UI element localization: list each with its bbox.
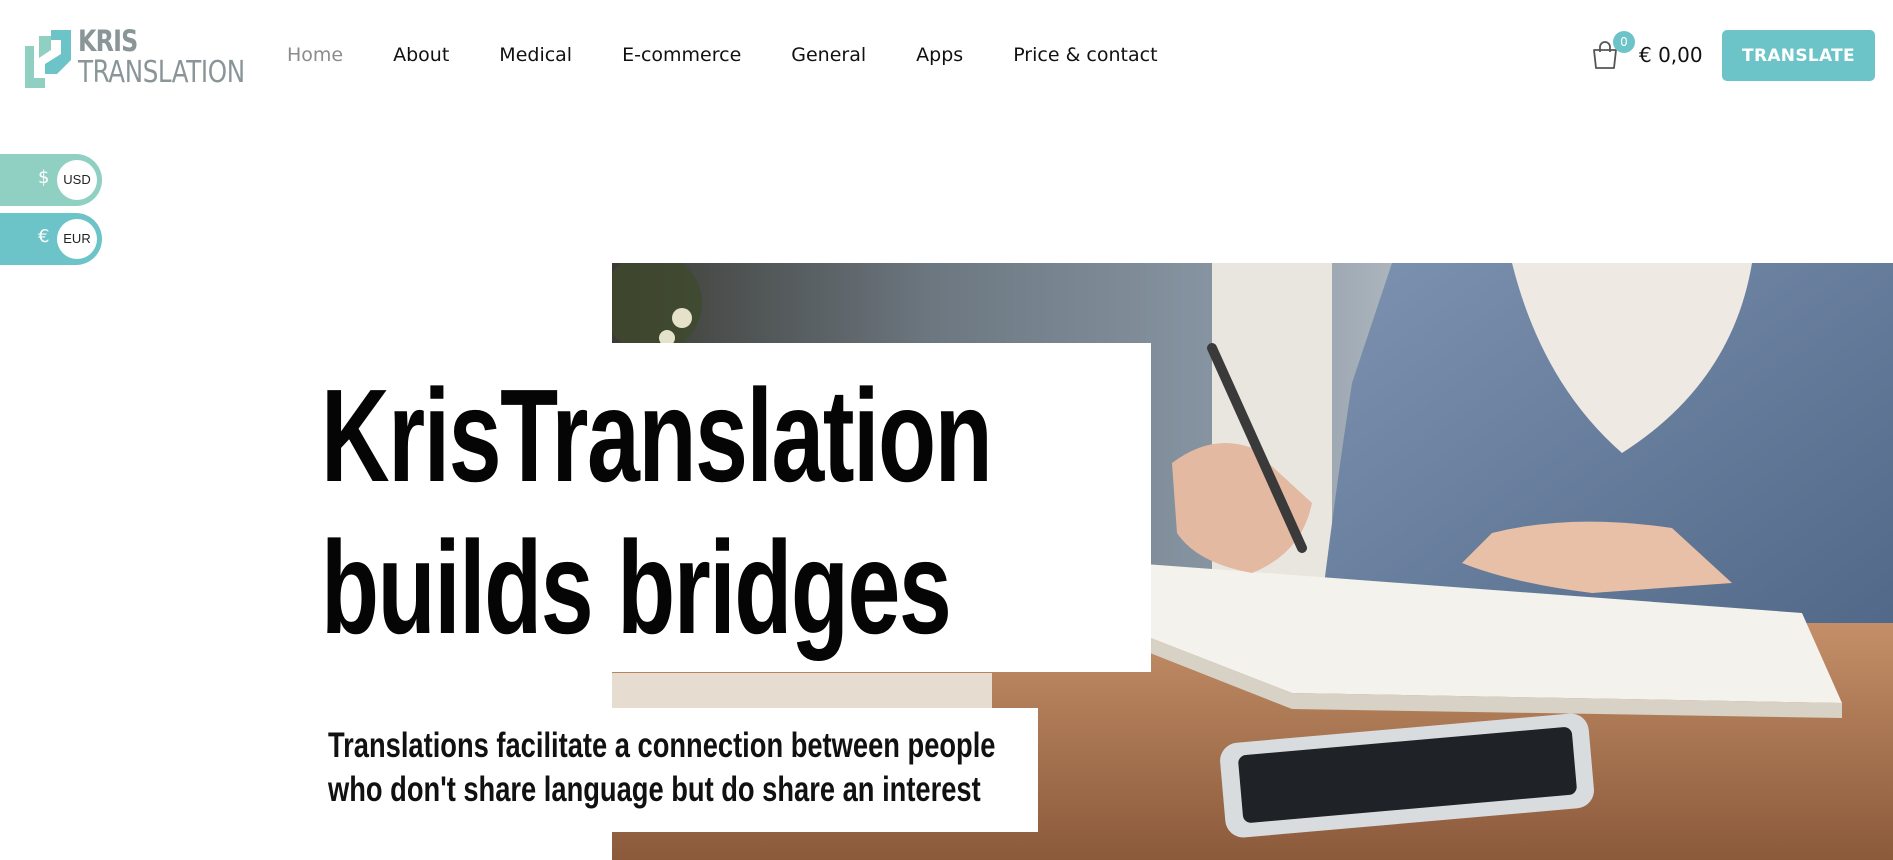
hero-subheading: Translations facilitate a connection bet… [328,724,995,812]
nav-apps[interactable]: Apps [916,44,963,66]
nav-about[interactable]: About [393,44,449,66]
hero-subheading-line2: who don't share language but do share an… [328,770,981,809]
nav-medical[interactable]: Medical [499,44,572,66]
hero-headline-line2: builds bridges [321,514,952,661]
hero-subheading-line1: Translations facilitate a connection bet… [328,726,996,765]
dollar-sign: $ [38,167,50,188]
currency-code-usd: USD [57,160,97,200]
logo-wordmark: KRIS TRANSLATION [78,24,281,90]
nav-general[interactable]: General [791,44,866,66]
logo-line2: TRANSLATION [78,55,245,90]
euro-sign: € [38,226,50,247]
currency-usd-toggle[interactable]: $ USD [0,154,102,206]
cart-count-badge: 0 [1613,31,1635,53]
logo-line1: KRIS [78,24,138,58]
currency-eur-toggle[interactable]: € EUR [0,213,102,265]
translate-button[interactable]: TRANSLATE [1722,30,1875,81]
currency-code-eur: EUR [57,219,97,259]
site-header: KRIS TRANSLATION Home About Medical E-co… [0,0,1893,112]
site-logo[interactable]: KRIS TRANSLATION [25,26,245,90]
hero-headline-line1: KrisTranslation [321,362,993,509]
cart-total[interactable]: € 0,00 [1639,43,1703,67]
hero-headline: KrisTranslation builds bridges [321,360,993,664]
nav-e-commerce[interactable]: E-commerce [622,44,741,66]
main-nav: Home About Medical E-commerce General Ap… [287,44,1158,66]
nav-home[interactable]: Home [287,44,343,66]
nav-price-contact[interactable]: Price & contact [1013,44,1157,66]
logo-icon [25,30,71,88]
